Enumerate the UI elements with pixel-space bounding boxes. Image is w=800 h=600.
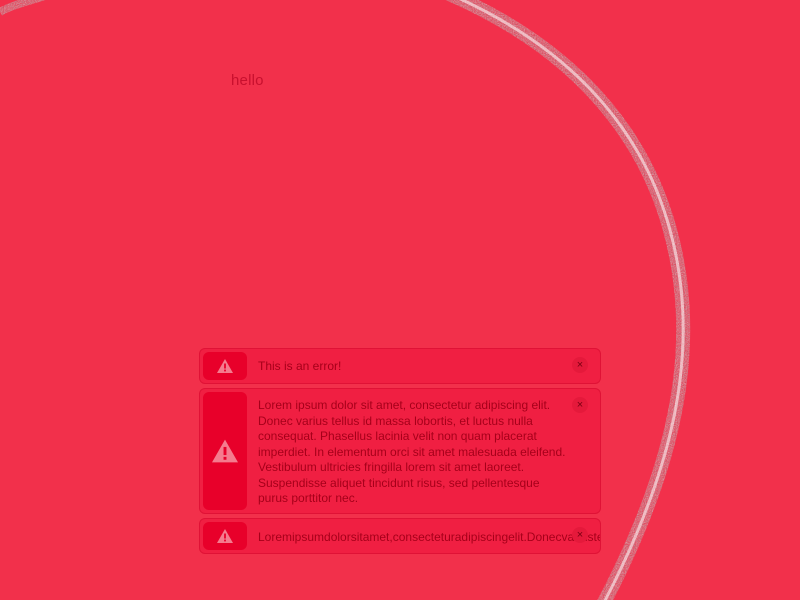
greeting-text: hello [231, 72, 264, 89]
warning-icon [203, 392, 247, 510]
close-icon[interactable]: × [572, 527, 588, 543]
error-toast: Loremipsumdolorsitamet,consecteturadipis… [199, 518, 601, 554]
warning-icon [203, 522, 247, 550]
toast-message: Lorem ipsum dolor sit amet, consectetur … [258, 398, 566, 505]
close-icon[interactable]: × [572, 397, 588, 413]
error-toast: This is an error! × [199, 348, 601, 384]
toast-stack: This is an error! × Lorem ipsum dolor si… [199, 348, 601, 558]
toast-message: Loremipsumdolorsitamet,consecteturadipis… [258, 530, 600, 544]
error-toast: Lorem ipsum dolor sit amet, consectetur … [199, 388, 601, 514]
close-icon[interactable]: × [572, 357, 588, 373]
toast-message: This is an error! [258, 359, 342, 373]
warning-icon [203, 352, 247, 380]
